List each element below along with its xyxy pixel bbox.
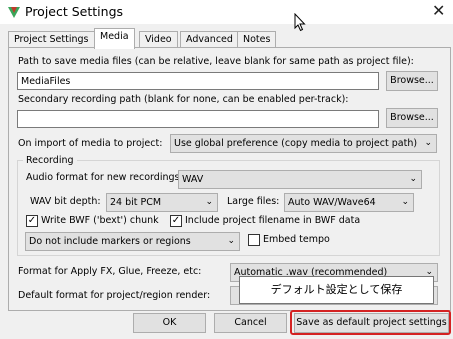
- chevron-down-icon: ⌄: [424, 138, 432, 148]
- media-path-input[interactable]: MediaFiles: [17, 72, 379, 90]
- apply-fx-format-label: Format for Apply FX, Glue, Freeze, etc:: [18, 266, 202, 277]
- reaper-app-icon: [6, 4, 22, 20]
- default-render-format-label: Default format for project/region render…: [18, 290, 211, 301]
- chevron-down-icon: ⌄: [205, 197, 213, 207]
- embed-tempo-label: Embed tempo: [263, 234, 330, 245]
- highlight-frame: [290, 310, 451, 335]
- wav-bit-depth-value: 24 bit PCM: [110, 197, 162, 208]
- audio-format-label: Audio format for new recordings:: [26, 172, 183, 183]
- recording-group-label: Recording: [23, 155, 77, 166]
- embed-tempo-checkbox[interactable]: [248, 234, 260, 246]
- tab-notes[interactable]: Notes: [237, 31, 277, 48]
- browse-media-path-button[interactable]: Browse...: [386, 71, 438, 91]
- large-files-label: Large files:: [227, 196, 280, 207]
- secondary-path-input[interactable]: [17, 110, 379, 128]
- chevron-down-icon: ⌄: [409, 174, 417, 184]
- large-files-select[interactable]: Auto WAV/Wave64 ⌄: [284, 193, 414, 212]
- media-path-label: Path to save media files (can be relativ…: [18, 56, 414, 67]
- window-title: Project Settings: [25, 4, 124, 19]
- import-media-select[interactable]: Use global preference (copy media to pro…: [170, 134, 437, 153]
- import-media-label: On import of media to project:: [18, 138, 163, 149]
- write-bwf-checkbox[interactable]: ✓: [26, 215, 38, 227]
- audio-format-value: WAV: [182, 174, 204, 185]
- mouse-cursor-icon: [294, 12, 306, 32]
- close-icon[interactable]: ✕: [432, 1, 445, 20]
- chevron-down-icon: ⌄: [227, 236, 235, 246]
- markers-select[interactable]: Do not include markers or regions ⌄: [25, 232, 240, 251]
- audio-format-select[interactable]: WAV ⌄: [178, 170, 422, 189]
- ok-button[interactable]: OK: [133, 313, 206, 333]
- write-bwf-label: Write BWF ('bext') chunk: [41, 215, 159, 226]
- browse-secondary-path-button[interactable]: Browse...: [386, 108, 438, 128]
- include-project-filename-checkbox[interactable]: ✓: [170, 215, 182, 227]
- tab-video[interactable]: Video: [139, 31, 178, 48]
- large-files-value: Auto WAV/Wave64: [288, 197, 376, 208]
- include-project-filename-label: Include project filename in BWF data: [185, 215, 361, 226]
- tab-media[interactable]: Media: [94, 28, 135, 49]
- wav-bit-depth-label: WAV bit depth:: [30, 196, 101, 207]
- secondary-path-label: Secondary recording path (blank for none…: [18, 94, 349, 105]
- cancel-button[interactable]: Cancel: [214, 313, 287, 333]
- chevron-down-icon: ⌄: [401, 197, 409, 207]
- import-media-value: Use global preference (copy media to pro…: [174, 138, 418, 149]
- tab-advanced[interactable]: Advanced: [180, 31, 239, 48]
- tooltip: デフォルト設定として保存: [239, 276, 434, 304]
- wav-bit-depth-select[interactable]: 24 bit PCM ⌄: [106, 193, 218, 212]
- tab-project-settings[interactable]: Project Settings: [8, 31, 95, 48]
- markers-value: Do not include markers or regions: [29, 236, 191, 247]
